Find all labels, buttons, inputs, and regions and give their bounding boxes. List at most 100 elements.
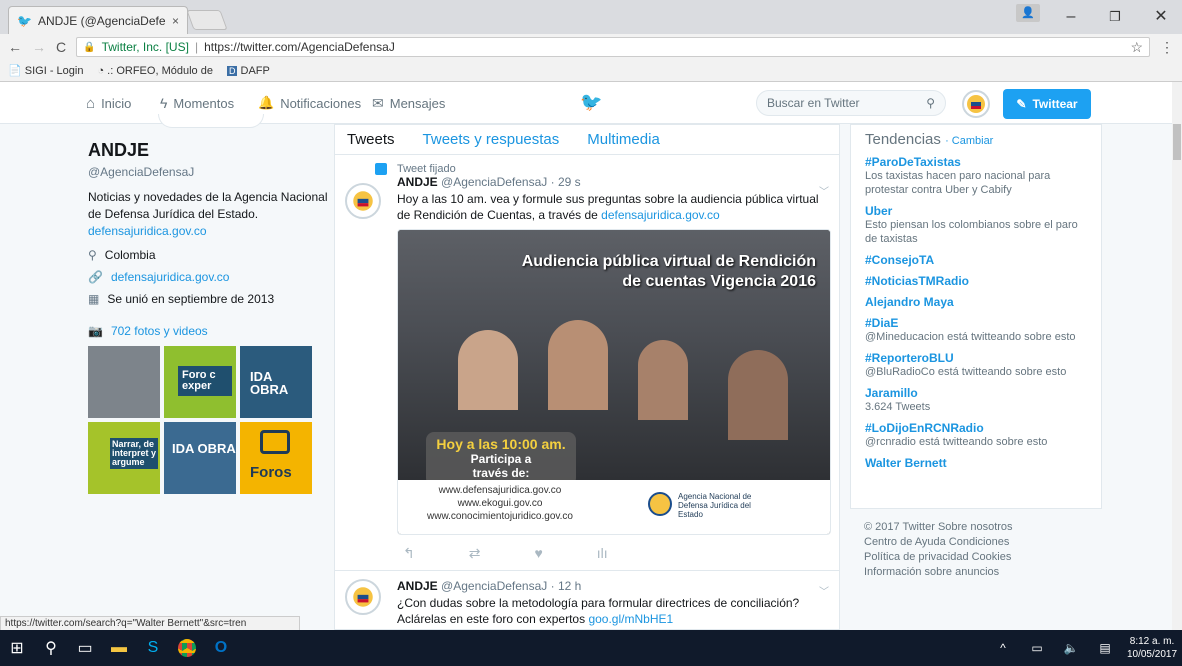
analytics-icon[interactable]: ılı (597, 545, 608, 562)
file-explorer-icon[interactable]: ▬ (102, 630, 136, 666)
clock[interactable]: 8:12 a. m. 10/05/2017 (1122, 635, 1182, 661)
tweet-time[interactable]: · 12 h (551, 579, 582, 593)
footer-line[interactable]: Política de privacidad Cookies (864, 550, 1104, 565)
camera-icon: 📷 (88, 324, 103, 338)
trend-item[interactable]: Walter Bernett (865, 456, 1087, 470)
trend-item[interactable]: #ParoDeTaxistas Los taxistas hacen paro n… (865, 155, 1087, 197)
bookmarks-bar: 📄 SIGI - Login ◔ .: ORFEO, Módulo de D D… (0, 60, 1182, 82)
tweet[interactable]: ﹀ ANDJE @AgenciaDefensaJ · 12 h ¿Con dud… (335, 571, 839, 629)
tweet-avatar[interactable] (345, 579, 381, 615)
media-thumb[interactable]: IDA OBRA (164, 422, 236, 494)
tweet-time[interactable]: · 29 s (551, 175, 581, 189)
media-thumb[interactable]: IDA OBRA (240, 346, 312, 418)
close-window-button[interactable]: ✕ (1146, 6, 1176, 28)
search-input[interactable]: Buscar en Twitter ⚲ (756, 90, 946, 116)
tab-media[interactable]: Multimedia (587, 131, 660, 148)
reply-icon[interactable]: ↰ (403, 545, 415, 562)
back-icon[interactable]: ← (8, 39, 22, 55)
skype-icon[interactable]: S (136, 630, 170, 666)
nav-messages[interactable]: ✉ Mensajes (372, 82, 445, 124)
avatar[interactable] (962, 90, 990, 118)
footer-line[interactable]: Información sobre anuncios (864, 565, 1104, 580)
trend-item[interactable]: Alejandro Maya (865, 295, 1087, 309)
timeline: Tweets Tweets y respuestas Multimedia Tw… (334, 124, 840, 630)
media-thumb[interactable]: Narrar, de interpret y argume (88, 422, 160, 494)
forward-icon[interactable]: → (32, 39, 46, 55)
search-icon[interactable]: ⚲ (34, 630, 68, 666)
person-shape (458, 330, 518, 410)
chevron-down-icon[interactable]: ﹀ (819, 583, 829, 598)
profile-name[interactable]: ANDJE (88, 140, 328, 161)
trend-item[interactable]: #NoticiasTMRadio (865, 274, 1087, 288)
star-icon[interactable]: ☆ (1130, 39, 1143, 56)
scrollbar-thumb[interactable] (1173, 124, 1181, 160)
volume-icon[interactable]: 🔈 (1054, 630, 1088, 666)
twitter-logo-icon[interactable]: 🐦 (580, 92, 602, 113)
scrollbar[interactable] (1172, 82, 1182, 630)
chrome-icon[interactable] (170, 630, 204, 666)
trend-item[interactable]: Jaramillo 3.624 Tweets (865, 386, 1087, 414)
browser-tab[interactable]: 🐦 ANDJE (@AgenciaDefens × (8, 6, 188, 34)
action-center-icon[interactable]: ▤ (1088, 630, 1122, 666)
tweet-button[interactable]: ✎ Twittear (1003, 89, 1091, 119)
bio-link[interactable]: defensajuridica.gov.co (88, 224, 207, 238)
trend-item[interactable]: #DiaE @Mineducacion está twitteando sobre… (865, 316, 1087, 344)
image-time-line: Hoy a las 10:00 am. (436, 436, 566, 452)
tweet-actions: ↰ ⇄ ♥ ılı (397, 545, 829, 562)
network-icon[interactable]: ▭ (1020, 630, 1054, 666)
nav-notifications[interactable]: 🔔 Notificaciones (258, 82, 361, 124)
new-tab-button[interactable] (186, 10, 228, 30)
nav-home[interactable]: ⌂ Inicio (86, 82, 131, 124)
tweet-avatar[interactable] (345, 183, 381, 219)
media-thumb[interactable]: Foro c exper (164, 346, 236, 418)
tweet-link[interactable]: goo.gl/mNbHE1 (588, 612, 673, 626)
task-view-icon[interactable]: ▭ (68, 630, 102, 666)
bio-text: Noticias y novedades de la Agencia Nacio… (88, 190, 328, 221)
minimize-button[interactable]: – (1056, 6, 1086, 28)
retweet-icon[interactable]: ⇄ (469, 545, 481, 562)
heart-icon[interactable]: ♥ (534, 545, 542, 562)
trend-item[interactable]: #ConsejoTA (865, 253, 1087, 267)
tweet-link[interactable]: defensajuridica.gov.co (601, 208, 720, 222)
website-link[interactable]: defensajuridica.gov.co (111, 270, 230, 284)
tweet-image[interactable]: Audiencia pública virtual de Rendición d… (397, 229, 831, 535)
thumb-caption: Foros (250, 464, 292, 481)
bell-icon: 🔔 (258, 95, 275, 110)
profile-joined: ▦ Se unió en septiembre de 2013 (88, 292, 328, 306)
trend-item[interactable]: #ReporteroBLU @BluRadioCo está twitteando… (865, 351, 1087, 379)
trend-item[interactable]: #LoDijoEnRCNRadio @rcnradio está twittean… (865, 421, 1087, 449)
outlook-icon[interactable]: O (204, 630, 238, 666)
tweet-author[interactable]: ANDJE (397, 175, 438, 189)
bookmark-sigi[interactable]: 📄 SIGI - Login (8, 64, 83, 77)
tab-tweets-replies[interactable]: Tweets y respuestas (423, 131, 560, 148)
tray-chevron-icon[interactable]: ^ (986, 630, 1020, 666)
clock-date: 10/05/2017 (1126, 649, 1178, 660)
coat-of-arms-icon (353, 587, 373, 607)
tweet-author[interactable]: ANDJE (397, 579, 438, 593)
tweet-pinned[interactable]: Tweet fijado ﹀ ANDJE @AgenciaDefensaJ · … (335, 155, 839, 571)
profile-chip[interactable]: 👤 (1016, 4, 1040, 22)
chevron-down-icon[interactable]: ﹀ (819, 183, 829, 198)
reload-icon[interactable]: C (56, 39, 66, 55)
trends-change-link[interactable]: · Cambiar (945, 135, 993, 147)
footer-line[interactable]: © 2017 Twitter Sobre nosotros (864, 520, 1104, 535)
media-thumb[interactable] (88, 346, 160, 418)
windows-start-icon[interactable]: ⊞ (0, 630, 34, 666)
media-thumb[interactable]: Foros (240, 422, 312, 494)
footer-line[interactable]: Centro de Ayuda Condiciones (864, 535, 1104, 550)
maximize-button[interactable]: ❐ (1100, 6, 1130, 28)
photos-link[interactable]: 📷 702 fotos y videos (88, 324, 328, 338)
lock-icon: 🔒 (83, 41, 96, 53)
profile-handle[interactable]: @AgenciaDefensaJ (88, 165, 328, 179)
bookmark-dafp[interactable]: D DAFP (226, 65, 270, 77)
url-bar[interactable]: 🔒 Twitter, Inc. [US] | https://twitter.c… (76, 37, 1150, 57)
tab-close-icon[interactable]: × (172, 14, 179, 28)
tab-tweets[interactable]: Tweets (347, 131, 395, 148)
bookmark-orfeo[interactable]: ◔ .: ORFEO, Módulo de (97, 65, 212, 77)
tweet-text: Hoy a las 10 am. vea y formule sus pregu… (397, 191, 829, 223)
tweet-header: ANDJE @AgenciaDefensaJ · 29 s (397, 175, 829, 189)
menu-icon[interactable]: ⋮ (1160, 39, 1174, 56)
twitter-bird-icon: 🐦 (17, 13, 32, 28)
link-icon: 🔗 (88, 270, 103, 284)
trend-item[interactable]: Uber Esto piensan los colombianos sobre e… (865, 204, 1087, 246)
